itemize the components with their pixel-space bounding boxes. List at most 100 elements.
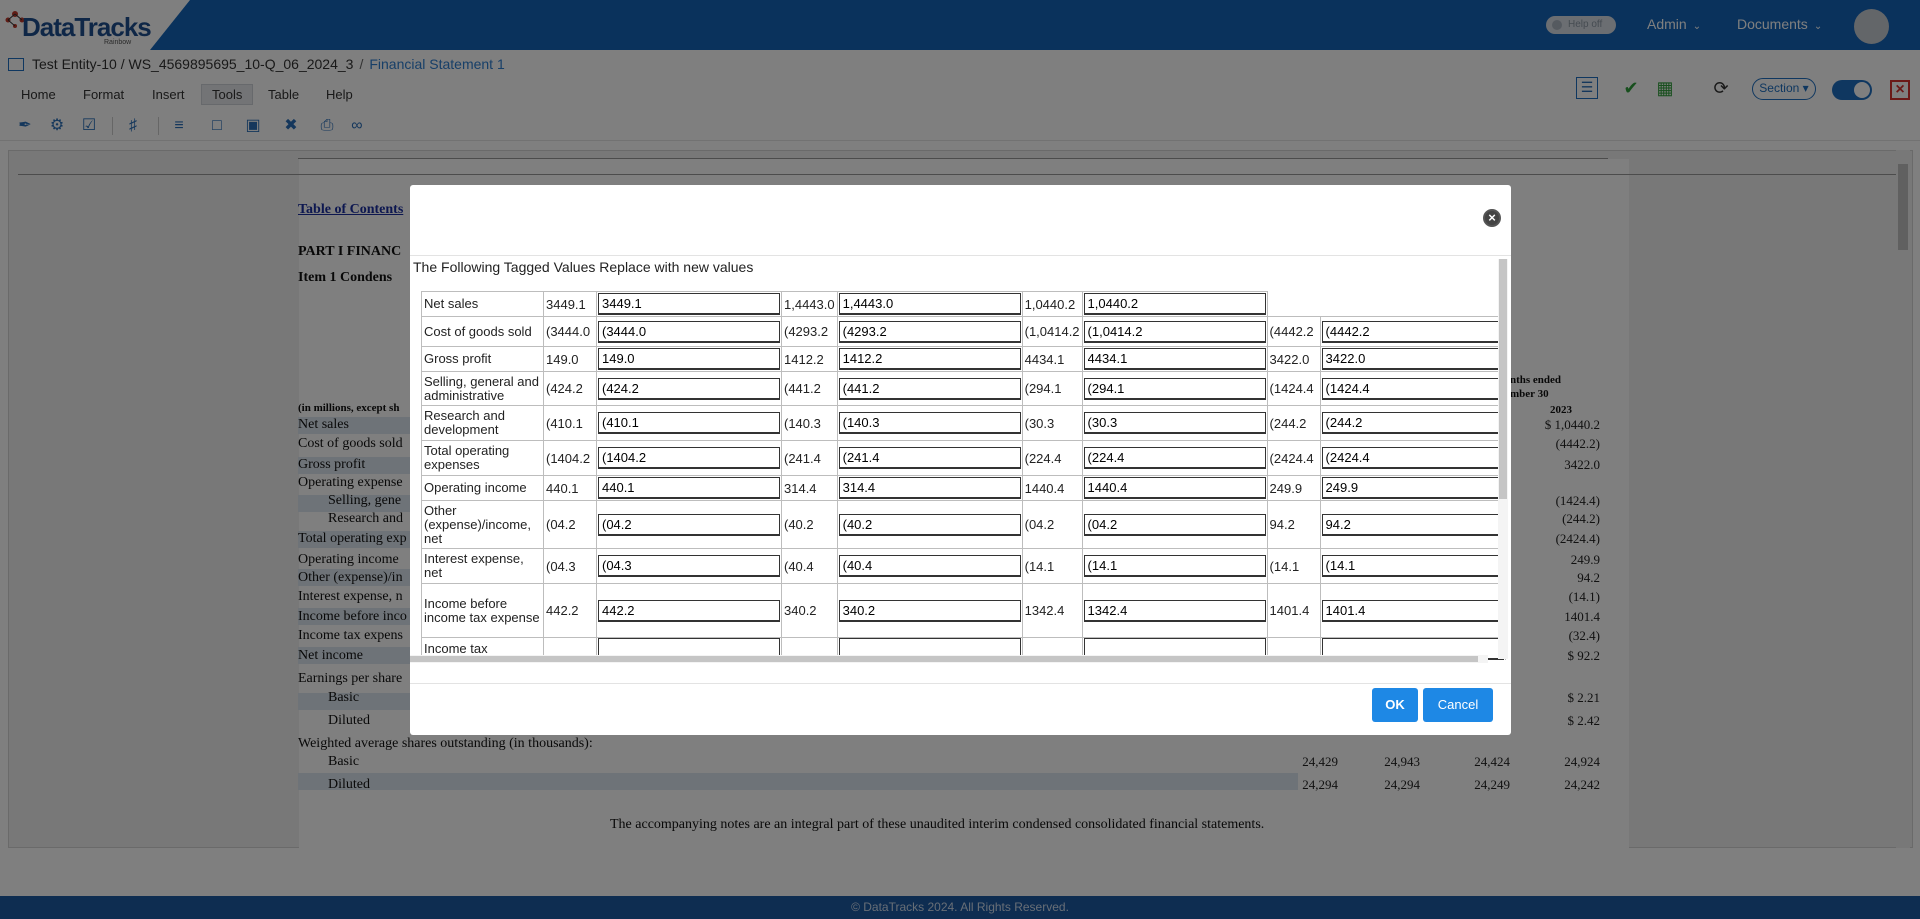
old-value-cell: 1,0440.2 [1021,291,1083,317]
old-value-cell: 149.0 [543,346,597,372]
new-value-cell [1081,440,1268,476]
old-value-cell: (04.3 [543,548,597,584]
new-value-input[interactable] [1083,447,1266,469]
new-value-input[interactable] [838,477,1021,499]
table-row: Cost of goods sold(3444.0 (4293.2 (1,0414.… [421,316,1506,347]
old-value-cell: 1,4443.0 [781,291,838,317]
new-value-cell [836,583,1023,638]
row-label: Other (expense)/income, net [421,500,544,549]
new-value-input[interactable] [598,320,780,343]
new-value-cell [596,405,782,441]
new-value-cell [1319,500,1506,549]
row-label: Income before income tax expense [421,583,544,638]
scrollbar-thumb[interactable] [1499,259,1507,499]
new-value-cell [1081,346,1268,372]
old-value-cell: (14.1 [1021,548,1083,584]
row-label: Operating income [421,475,544,501]
new-value-input[interactable] [838,293,1021,315]
new-value-input[interactable] [1083,477,1266,499]
new-value-input[interactable] [1321,447,1504,469]
new-value-input[interactable] [1321,513,1504,536]
new-value-cell [596,371,782,406]
close-icon[interactable]: × [1483,209,1501,227]
tagged-values-table: Net sales3449.11,4443.01,0440.2Cost of g… [421,291,1506,660]
new-value-cell [1081,316,1268,347]
new-value-cell [1319,316,1506,347]
row-label: Gross profit [421,346,544,372]
new-value-input[interactable] [598,447,780,469]
replace-values-dialog: × The Following Tagged Values Replace wi… [410,185,1511,735]
new-value-cell [1081,475,1268,501]
old-value-cell: (2424.4 [1266,440,1321,476]
new-value-input[interactable] [598,555,780,577]
old-value-cell: 442.2 [543,583,597,638]
new-value-cell [836,475,1023,501]
new-value-input[interactable] [598,513,780,536]
old-value-cell: (294.1 [1021,371,1083,406]
new-value-cell [1319,346,1506,372]
new-value-cell [596,475,782,501]
new-value-input[interactable] [598,293,780,315]
old-value-cell: (241.4 [781,440,838,476]
old-value-cell: (1424.4 [1266,371,1321,406]
new-value-input[interactable] [1321,599,1504,622]
old-value-cell: 1342.4 [1021,583,1083,638]
table-row: Interest expense, net(04.3 (40.4 (14.1 (14.… [421,548,1506,584]
table-row: Net sales3449.1 1,4443.0 1,0440.2 [421,291,1506,317]
new-value-input[interactable] [838,555,1021,577]
old-value-cell: (14.1 [1266,548,1321,584]
new-value-input[interactable] [1083,599,1266,622]
new-value-input[interactable] [838,348,1021,370]
new-value-input[interactable] [1083,555,1266,577]
new-value-input[interactable] [1321,412,1504,434]
old-value-cell: 1401.4 [1266,583,1321,638]
table-row: Gross profit149.0 1412.2 4434.1 3422.0 [421,346,1506,372]
new-value-input[interactable] [598,599,780,622]
new-value-input[interactable] [1321,377,1504,400]
new-value-input[interactable] [1321,320,1504,343]
new-value-cell [836,346,1023,372]
old-value-cell: 94.2 [1266,500,1321,549]
new-value-cell [836,291,1023,317]
new-value-cell [596,500,782,549]
new-value-input[interactable] [838,412,1021,434]
cancel-button[interactable]: Cancel [1423,688,1493,722]
new-value-cell [1081,371,1268,406]
new-value-input[interactable] [1083,320,1266,343]
old-value-cell: (441.2 [781,371,838,406]
old-value-cell: (410.1 [543,405,597,441]
new-value-input[interactable] [838,320,1021,343]
new-value-cell [1081,291,1268,317]
old-value-cell: (4293.2 [781,316,838,347]
old-value-cell: (04.2 [543,500,597,549]
new-value-input[interactable] [1083,412,1266,434]
old-value-cell: 314.4 [781,475,838,501]
table-horizontal-scrollbar[interactable] [410,655,1488,663]
new-value-input[interactable] [1083,377,1266,400]
new-value-cell [1319,475,1506,501]
new-value-input[interactable] [1083,513,1266,536]
new-value-input[interactable] [598,412,780,434]
new-value-input[interactable] [598,377,780,400]
new-value-cell [1319,405,1506,441]
ok-button[interactable]: OK [1372,688,1418,722]
new-value-input[interactable] [598,477,780,499]
scrollbar-thumb[interactable] [410,656,1478,662]
new-value-input[interactable] [1321,348,1504,370]
new-value-cell [596,291,782,317]
new-value-input[interactable] [838,513,1021,536]
new-value-input[interactable] [1321,477,1504,499]
new-value-cell [1081,405,1268,441]
new-value-input[interactable] [1083,293,1266,315]
new-value-input[interactable] [838,447,1021,469]
old-value-cell: (140.3 [781,405,838,441]
new-value-cell [596,548,782,584]
new-value-input[interactable] [1321,555,1504,577]
row-label: Net sales [421,291,544,317]
new-value-input[interactable] [838,599,1021,622]
new-value-input[interactable] [598,348,780,370]
new-value-cell [1319,371,1506,406]
table-vertical-scrollbar[interactable] [1498,259,1508,659]
new-value-input[interactable] [838,377,1021,400]
new-value-input[interactable] [1083,348,1266,370]
